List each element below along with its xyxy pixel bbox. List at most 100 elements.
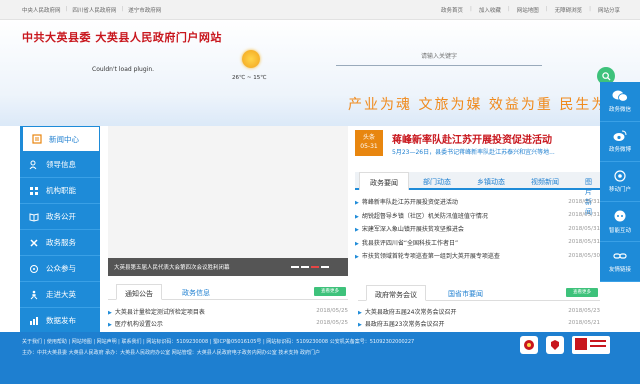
carousel-dot[interactable]	[291, 266, 299, 268]
nav-label: 走进大英	[46, 290, 76, 299]
tab-gov-news[interactable]: 政务要闻	[359, 172, 409, 190]
links-button[interactable]: 友情链接	[600, 242, 640, 282]
list-item[interactable]: ▶ 胡锐超督导乡镇（社区）机关防汛值班值守情况 2018/05/31	[355, 209, 600, 223]
tab-town-news[interactable]: 乡镇动态	[467, 172, 515, 190]
link-suining-gov[interactable]: 遂宁市政府网	[128, 6, 161, 14]
temperature: 26℃ ~ 15℃	[232, 75, 267, 81]
item-title: 蒋峰新率队赴江苏开展投资促进活动	[361, 199, 458, 207]
banner-image[interactable]	[108, 126, 348, 276]
site-title: 中共大英县委 大英县人民政府门户网站	[22, 31, 222, 44]
weibo-button[interactable]: 政务微博	[600, 122, 640, 162]
top-links-left: 中央人民政府网 | 四川省人民政府网 | 遂宁市政府网	[22, 6, 162, 14]
carousel-dot-active[interactable]	[311, 266, 319, 268]
carousel-dot[interactable]	[301, 266, 309, 268]
gov-site-badge[interactable]	[572, 336, 610, 354]
header: 中共大英县委 大英县人民政府门户网站 Couldn't load plugin.…	[0, 20, 640, 126]
nav-label: 机构职能	[46, 186, 76, 195]
link-share[interactable]: 网站分享	[598, 6, 620, 14]
item-date: 2018/05/31	[568, 239, 600, 246]
item-title: 大英县计量检定测试所检定项目表	[114, 308, 205, 316]
party-emblem-icon[interactable]	[520, 336, 538, 354]
right-float-bar: 政务微信 政务微博 移动门户 智能互动 友情链接	[600, 82, 640, 282]
slogan: 产业为魂 文旅为媒 效益为重 民生为本	[348, 97, 600, 113]
rb-label: 移动门户	[608, 187, 631, 193]
top-links-right: 政务首页 | 加入收藏 | 网站地图 | 无障碍浏览 | 网站分享	[440, 6, 620, 14]
nav-label: 领导信息	[46, 160, 76, 169]
list-item[interactable]: ▶ 大英县政府五届24次常务会议召开 2018/05/23	[358, 305, 600, 317]
link-sichuan-gov[interactable]: 四川省人民政府网	[72, 6, 116, 14]
footer-info: 主办：中共大英县委 大英县人民政府 承办：大英县人民政府办公室 网站管理：大英县…	[22, 350, 320, 356]
grid-icon	[28, 185, 39, 196]
book-icon	[28, 211, 39, 222]
link-favorite[interactable]: 加入收藏	[479, 6, 501, 14]
link-home[interactable]: 政务首页	[441, 6, 463, 14]
item-date: 2018/05/25	[316, 320, 348, 326]
tab-video-news[interactable]: 视频新闻	[521, 172, 569, 190]
list-item[interactable]: ▶ 县政府五届23次常务会议召开 2018/05/21	[358, 317, 600, 329]
carousel-dot[interactable]	[321, 266, 329, 268]
news-tabs: 政务要闻 部门动态 乡镇动态 视频新闻 图片新闻	[355, 172, 602, 216]
link-sitemap[interactable]: 网站地图	[517, 6, 539, 14]
news-icon	[31, 134, 42, 145]
item-date: 2018/05/31	[568, 225, 600, 232]
link-central-gov[interactable]: 中央人民政府网	[22, 6, 61, 14]
mobile-button[interactable]: 移动门户	[600, 162, 640, 202]
list-item[interactable]: ▶ 大英县计量检定测试所检定项目表 2018/05/25	[108, 305, 348, 317]
item-date: 2018/05/31	[568, 198, 600, 205]
item-title: 胡锐超督导乡镇（社区）机关防汛值班值守情况	[361, 212, 488, 220]
more-button[interactable]: 查看更多	[314, 287, 346, 296]
list-item[interactable]: ▶ 我县获评四川省“全国科技工作者日” 2018/05/31	[355, 236, 600, 250]
robot-button[interactable]: 智能互动	[600, 202, 640, 242]
list-item[interactable]: ▶ 医疗机构设置公示 2018/05/25	[108, 317, 348, 329]
police-badge-icon[interactable]	[546, 336, 564, 354]
item-title: 医疗机构设置公示	[114, 320, 163, 328]
news-list: ▶ 蒋峰新率队赴江苏开展投资促进活动 2018/05/31 ▶ 胡锐超督导乡镇（社区）…	[355, 195, 600, 263]
tab-notices[interactable]: 通知公告	[116, 284, 162, 300]
tab-photo-news[interactable]: 图片新闻	[575, 172, 602, 216]
weibo-icon	[613, 130, 627, 141]
tab-gov-info[interactable]: 政务信息	[174, 284, 218, 300]
nav-item-about[interactable]: 走进大英	[20, 282, 100, 308]
nav-item-leaders[interactable]: 领导信息	[20, 152, 100, 178]
walk-icon	[28, 289, 39, 300]
tab-meetings[interactable]: 政府常务会议	[366, 285, 426, 301]
list-item[interactable]: ▶ 蒋峰新率队赴江苏开展投资促进活动 2018/05/31	[355, 195, 600, 209]
search-box	[336, 48, 542, 66]
nav-item-data[interactable]: 数据发布	[20, 308, 100, 334]
headline-title[interactable]: 蒋峰新率队赴江苏开展投资促进活动	[392, 131, 552, 146]
tab-national-news[interactable]: 国省市要闻	[440, 285, 491, 301]
link-accessibility[interactable]: 无障碍浏览	[555, 6, 583, 14]
notice-list: ▶ 大英县计量检定测试所检定项目表 2018/05/25 ▶ 医疗机构设置公示 2018…	[108, 305, 348, 329]
more-button[interactable]: 查看更多	[566, 288, 598, 297]
link-icon	[613, 253, 627, 259]
nav-item-news[interactable]: 新闻中心	[20, 126, 100, 152]
nav-item-open-gov[interactable]: 政务公开	[20, 204, 100, 230]
list-item[interactable]: ▶ 宋建军深入象山镇开展扶贫攻坚推进会 2018/05/31	[355, 222, 600, 236]
search-icon	[601, 71, 611, 81]
nav-item-service[interactable]: 政务服务	[20, 230, 100, 256]
nav-item-org[interactable]: 机构职能	[20, 178, 100, 204]
carousel-dots	[291, 266, 329, 268]
nav-label: 政务公开	[46, 212, 76, 221]
item-date: 2018/05/30	[568, 252, 600, 259]
headline-badge: 头条 05-31	[355, 130, 383, 156]
meeting-list: ▶ 大英县政府五届24次常务会议召开 2018/05/23 ▶ 县政府五届23次常务会…	[358, 305, 600, 329]
nav-item-public[interactable]: 公众参与	[20, 256, 100, 282]
wechat-button[interactable]: 政务微信	[600, 82, 640, 122]
item-date: 2018/05/23	[568, 308, 600, 314]
robot-icon	[614, 210, 626, 221]
headline-summary[interactable]: 5月23—26日，县委书记蒋峰新率队赴江苏泰兴和宜兴等地...	[392, 147, 607, 156]
item-date: 2018/05/31	[568, 212, 600, 219]
rb-label: 智能互动	[608, 227, 631, 234]
badge-label: 头条	[362, 134, 375, 141]
item-date: 2018/05/21	[568, 320, 600, 326]
tab-dept-news[interactable]: 部门动态	[413, 172, 461, 190]
gov-site-icon	[575, 338, 606, 350]
item-title: 县政府五届23次常务会议召开	[364, 320, 445, 328]
nav-label: 新闻中心	[49, 134, 79, 144]
list-item[interactable]: ▶ 市扶贫领域首轮专项巡查第一组到大英开展专项巡查 2018/05/30	[355, 249, 600, 263]
search-input[interactable]	[336, 48, 542, 65]
top-bar: 中央人民政府网 | 四川省人民政府网 | 遂宁市政府网 政务首页 | 加入收藏 | 网站…	[0, 0, 640, 20]
people-icon	[28, 159, 39, 170]
footer-links[interactable]: 关于我们 | 使用帮助 | 网站地图 | 网站声明 | 联系我们 | 网站标识码…	[22, 338, 414, 345]
